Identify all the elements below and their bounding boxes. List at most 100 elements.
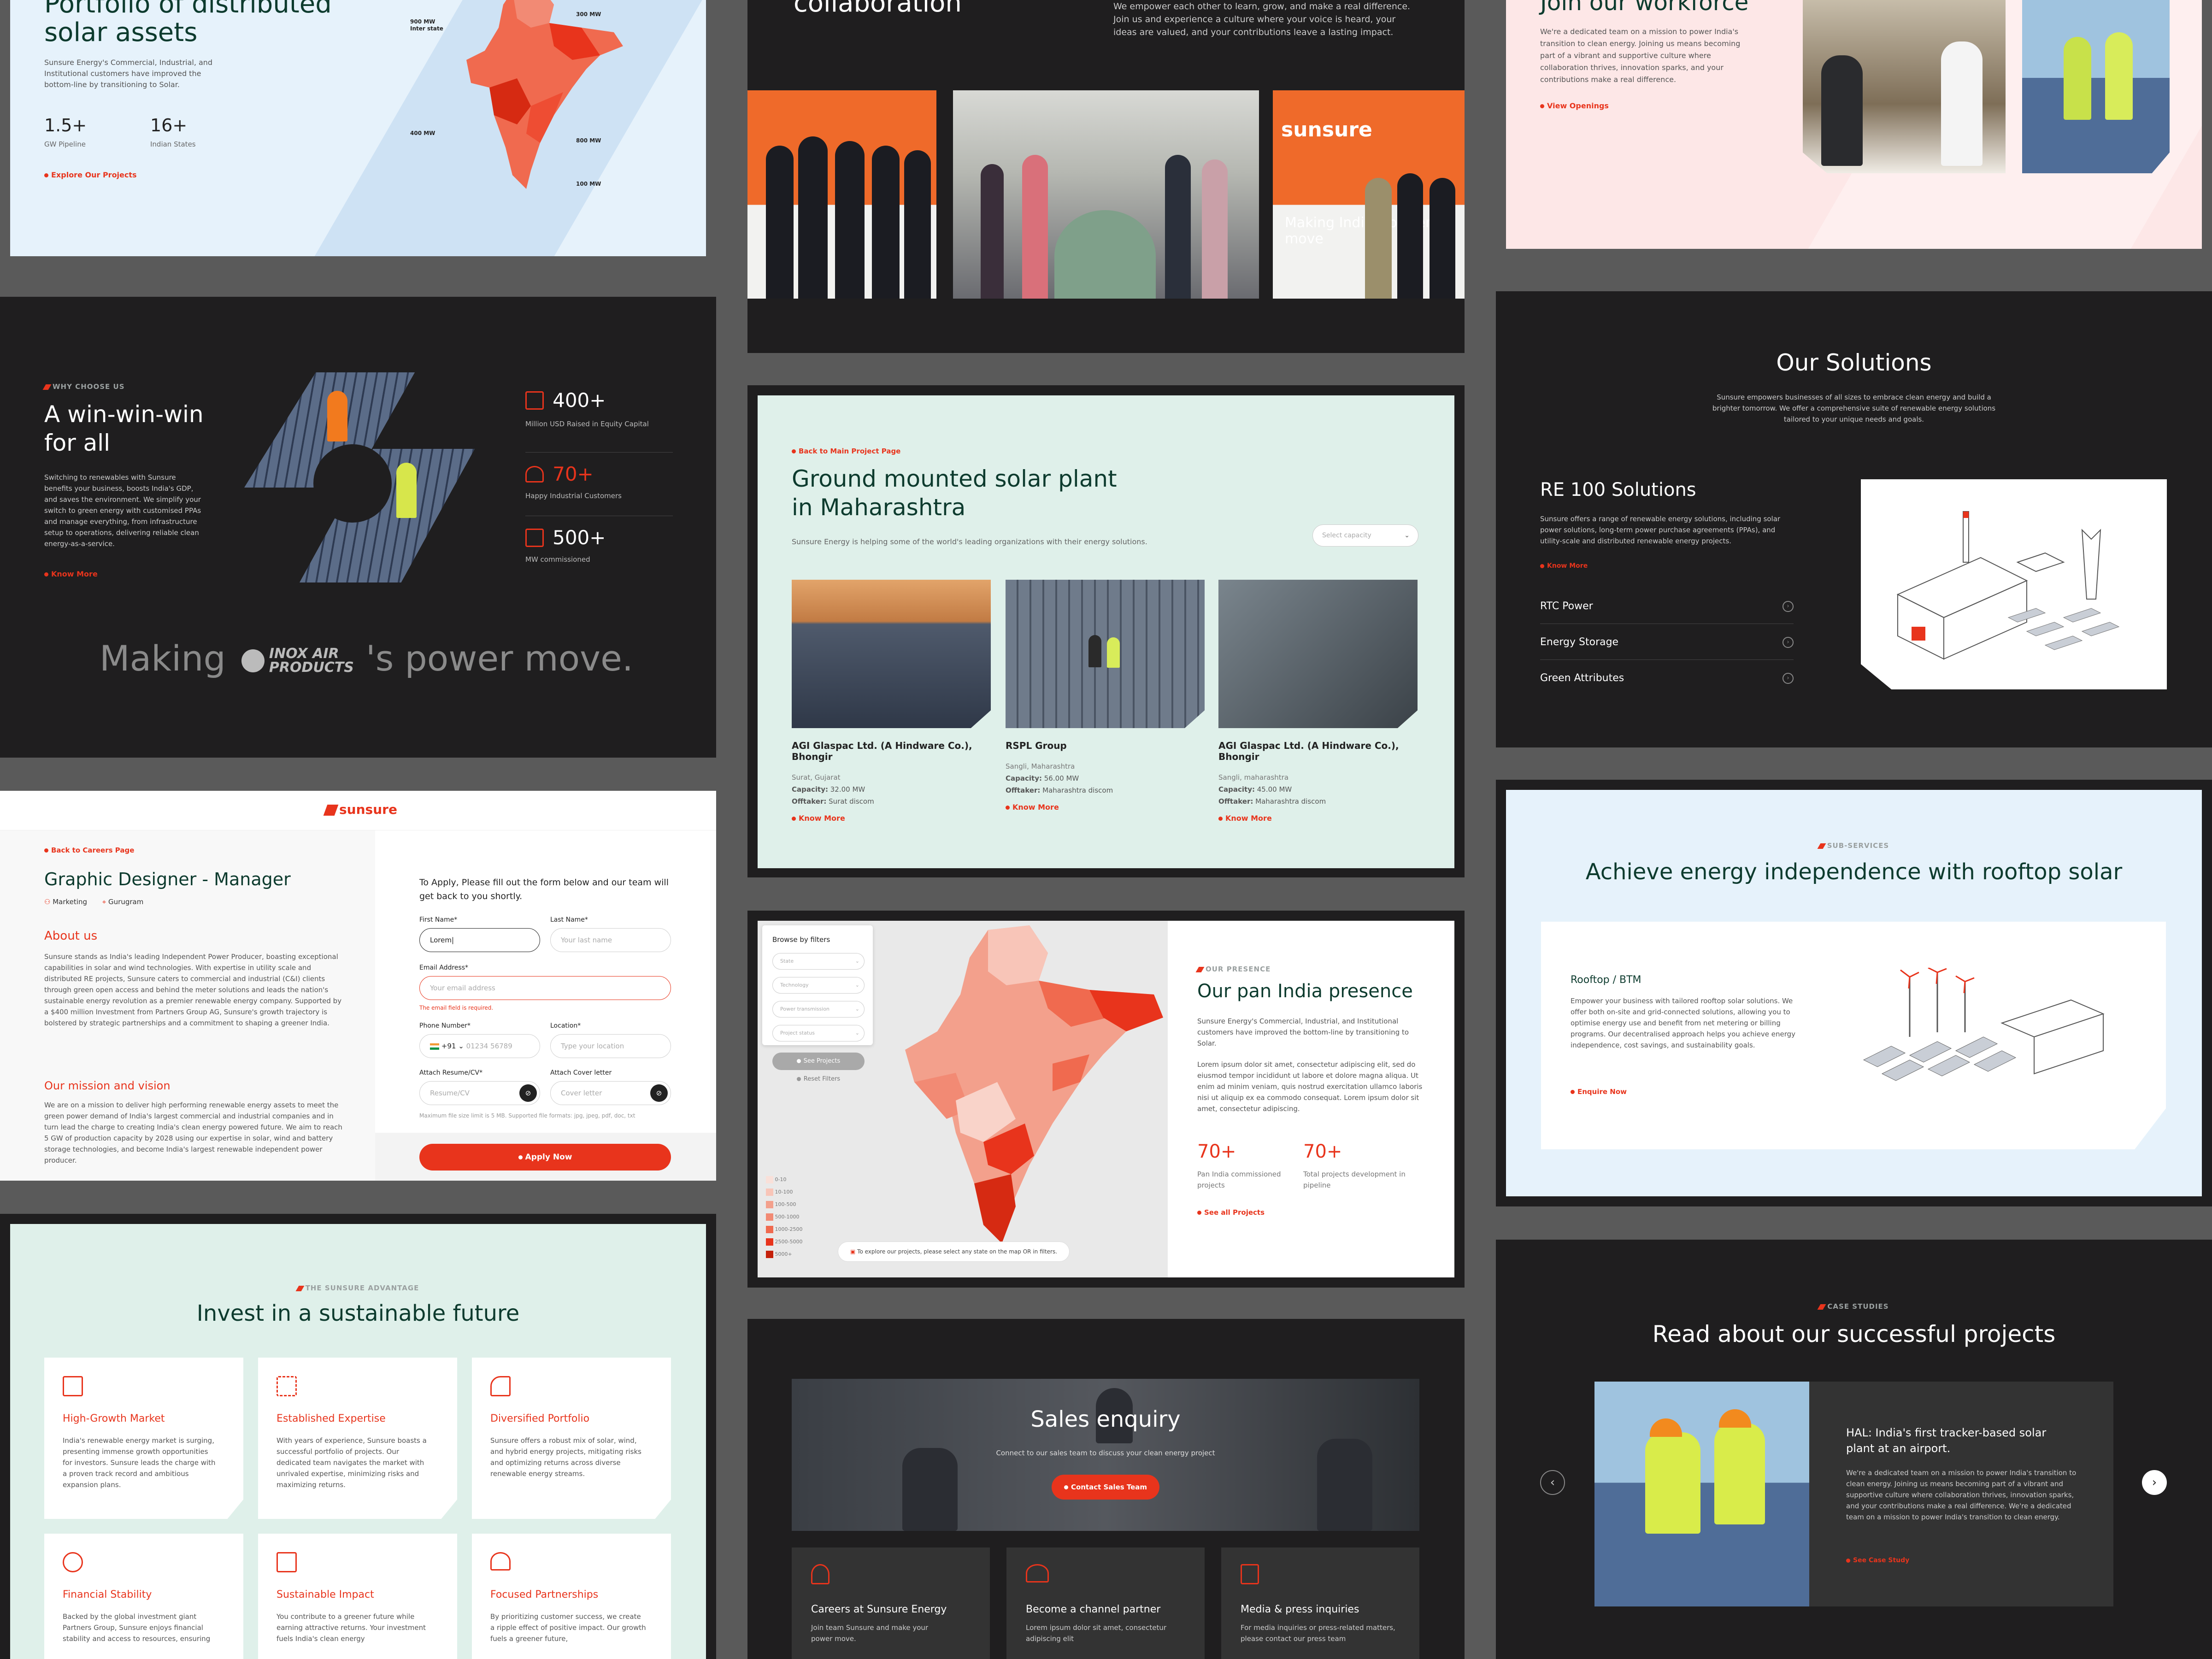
map-label-900: 900 MW Inter state xyxy=(410,18,443,32)
contact-sales-button[interactable]: Contact Sales Team xyxy=(1052,1475,1159,1500)
form-intro: To Apply, Please fill out the form below… xyxy=(419,877,669,901)
chevron-right-icon: › xyxy=(1783,673,1794,684)
sales-desc: Connect to our sales team to discuss you… xyxy=(996,1449,1215,1457)
invest-card-3: Diversified Portfolio Sunsure offers a r… xyxy=(472,1358,671,1519)
location-icon: ⌖ xyxy=(102,898,106,906)
coin-icon xyxy=(63,1552,83,1572)
prev-arrow-button[interactable]: ‹ xyxy=(1540,1470,1565,1495)
explore-projects-link[interactable]: Explore Our Projects xyxy=(44,171,137,179)
presence-desc1: Sunsure Energy's Commercial, Industrial,… xyxy=(1197,1017,1409,1047)
attach-icon[interactable]: ⊘ xyxy=(519,1084,537,1102)
project-1-know-more[interactable]: Know More xyxy=(792,814,991,823)
email-error: The email field is required. xyxy=(419,1005,494,1011)
see-case-study-link[interactable]: See Case Study xyxy=(1846,1557,1909,1564)
about-text: Sunsure stands as India's leading Indepe… xyxy=(44,953,342,1027)
workforce-desc: We're a dedicated team on a mission to p… xyxy=(1540,27,1741,84)
cases-title: Read about our successful projects xyxy=(1652,1321,2056,1347)
file-note: Maximum file size limit is 5 MB. Support… xyxy=(419,1112,635,1119)
rooftop-panel: SUB-SERVICES Achieve energy independence… xyxy=(1506,790,2202,1196)
workers-photo xyxy=(2022,0,2170,173)
stats-list: 400+ Million USD Raised in Equity Capita… xyxy=(525,389,673,564)
re100-know-more[interactable]: Know More xyxy=(1540,562,1588,570)
back-to-careers[interactable]: Back to Careers Page xyxy=(44,846,134,854)
resume-field[interactable]: Resume/CV ⊘ xyxy=(419,1081,540,1105)
transmission-filter[interactable]: Power transmission ⌄ xyxy=(772,1001,865,1018)
solution-item-storage[interactable]: Energy Storage › xyxy=(1540,629,1794,660)
winwin-know-more[interactable]: Know More xyxy=(44,570,98,578)
project-panel: Back to Main Project Page Ground mounted… xyxy=(758,395,1454,868)
last-name-label: Last Name* xyxy=(550,916,588,924)
project-3-know-more[interactable]: Know More xyxy=(1218,814,1418,823)
project-2-know-more[interactable]: Know More xyxy=(1006,803,1205,812)
project-photo-1 xyxy=(792,580,991,728)
doc-edit-icon xyxy=(525,528,544,547)
last-name-field[interactable]: Your last name xyxy=(550,928,671,952)
view-openings-link[interactable]: View Openings xyxy=(1540,101,1609,110)
first-name-field[interactable]: Lorem| xyxy=(419,928,540,952)
cases-eyebrow: CASE STUDIES xyxy=(1496,1302,2212,1311)
rooftop-illustration xyxy=(1863,968,2105,1081)
enquire-now-link[interactable]: Enquire Now xyxy=(1571,1088,1627,1096)
meeting-photo xyxy=(1803,0,2006,173)
technology-filter[interactable]: Technology ⌄ xyxy=(772,977,865,994)
stat-customers: 70+ Happy Industrial Customers xyxy=(525,453,673,516)
ground-desc: Sunsure Energy is helping some of the wo… xyxy=(792,537,1147,546)
stat-equity: 400+ Million USD Raised in Equity Capita… xyxy=(525,389,673,453)
apply-now-button[interactable]: Apply Now xyxy=(419,1144,671,1171)
case-photo xyxy=(1594,1382,1809,1606)
invest-panel: THE SUNSURE ADVANTAGE Invest in a sustai… xyxy=(10,1224,706,1659)
state-filter[interactable]: State ⌄ xyxy=(772,953,865,970)
sales-panel: Sales enquiry Connect to our sales team … xyxy=(747,1319,1465,1659)
status-filter[interactable]: Project status ⌄ xyxy=(772,1025,865,1041)
team-photo-3: sunsure Making India's power move xyxy=(1273,90,1465,299)
case-studies-panel: CASE STUDIES Read about our successful p… xyxy=(1496,1240,2212,1659)
partners-icon xyxy=(490,1552,511,1571)
project-card-3: AGI Glaspac Ltd. (A Hindware Co.), Bhong… xyxy=(1218,740,1418,823)
team-photo-1 xyxy=(747,90,936,299)
reset-filters[interactable]: Reset Filters xyxy=(772,1076,865,1082)
making-power-move: Making INOX AIR PRODUCTS's power move. xyxy=(100,638,633,679)
presence-eyebrow: OUR PRESENCE xyxy=(1195,965,1271,973)
solution-item-green[interactable]: Green Attributes › xyxy=(1540,665,1794,696)
collaboration-panel: collaboration We empower each other to l… xyxy=(747,0,1465,353)
solution-item-rtc[interactable]: RTC Power › xyxy=(1540,594,1794,624)
chevron-right-icon: › xyxy=(1783,637,1794,648)
location-field[interactable]: Type your location xyxy=(550,1034,671,1058)
career-panel: sunsure Back to Careers Page Graphic Des… xyxy=(0,791,716,1181)
sales-card-media[interactable]: Media & press inquiries For media inquir… xyxy=(1221,1547,1419,1659)
see-all-projects[interactable]: See all Projects xyxy=(1197,1208,1265,1217)
sales-card-partner[interactable]: Become a channel partner Lorem ipsum dol… xyxy=(1006,1547,1205,1659)
job-title: Graphic Designer - Manager xyxy=(44,869,291,889)
capacity-select[interactable]: Select capacity ⌄ xyxy=(1312,524,1418,547)
solutions-title: Our Solutions xyxy=(1776,349,1932,376)
portfolio-icon xyxy=(490,1376,511,1396)
see-projects-button[interactable]: See Projects xyxy=(772,1053,865,1070)
workforce-title: Join our workforce xyxy=(1540,0,1749,16)
cover-field[interactable]: Cover letter ⊘ xyxy=(550,1081,671,1105)
attach-icon[interactable]: ⊘ xyxy=(650,1084,668,1102)
mission-title: Our mission and vision xyxy=(44,1079,171,1092)
invest-frame: THE SUNSURE ADVANTAGE Invest in a sustai… xyxy=(0,1214,716,1659)
presence-panel: Browse by filters State ⌄ Technology ⌄ Pow… xyxy=(758,921,1454,1277)
map-label-800: 800 MW xyxy=(576,137,601,144)
presence-stat2: 70+ Total projects development in pipeli… xyxy=(1303,1141,1406,1189)
back-to-projects[interactable]: Back to Main Project Page xyxy=(792,447,900,455)
stat-mw: 500+ MW commissioned xyxy=(525,526,606,564)
sales-banner: Sales enquiry Connect to our sales team … xyxy=(792,1379,1419,1531)
invest-card-2: Established Expertise With years of expe… xyxy=(258,1358,457,1519)
job-meta: ⚇ Marketing ⌖ Gurugram xyxy=(44,898,144,906)
phone-field[interactable]: +91 ⌄ 01234 56789 xyxy=(419,1034,540,1058)
rooftop-title: Achieve energy independence with rooftop… xyxy=(1585,859,2123,885)
winwin-desc: Switching to renewables with Sunsure ben… xyxy=(44,473,201,548)
sunsure-logo[interactable]: sunsure xyxy=(323,802,397,817)
email-field[interactable]: Your email address xyxy=(419,976,671,1000)
next-arrow-button[interactable]: › xyxy=(2142,1470,2167,1495)
invest-card-1: High-Growth Market India's renewable ene… xyxy=(44,1358,243,1519)
first-name-label: First Name* xyxy=(419,916,458,924)
sales-card-careers[interactable]: Careers at Sunsure Energy Join team Suns… xyxy=(792,1547,990,1659)
re100-illustration xyxy=(1861,479,2167,689)
invest-card-4: Financial Stability Backed by the global… xyxy=(44,1534,243,1659)
re100-desc: Sunsure offers a range of renewable ener… xyxy=(1540,515,1781,545)
winwin-title: A win-win-win for all xyxy=(44,401,204,456)
rooftop-eyebrow: SUB-SERVICES xyxy=(1506,841,2202,850)
